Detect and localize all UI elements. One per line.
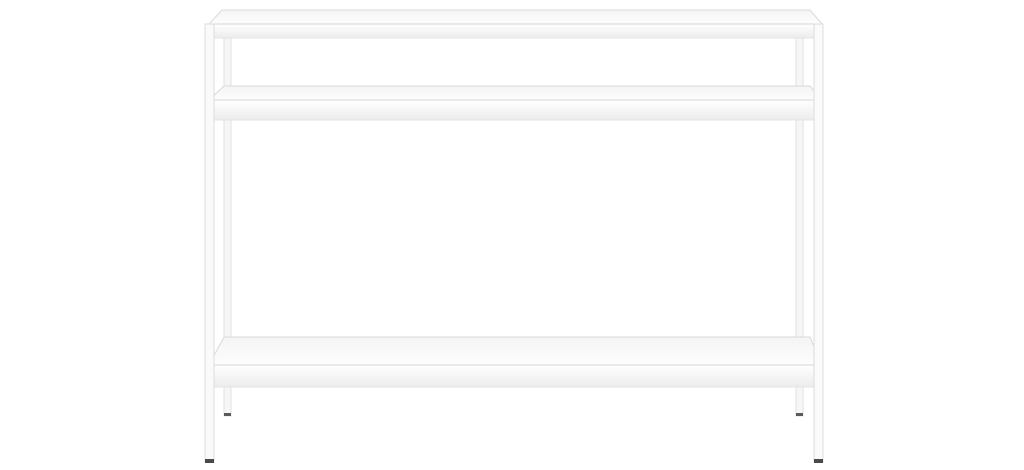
front-left-leg xyxy=(204,23,215,463)
front-left-foot xyxy=(205,459,214,463)
top-shelf xyxy=(207,9,824,39)
back-right-foot xyxy=(796,413,803,416)
product-photo xyxy=(0,0,1024,470)
front-right-leg xyxy=(813,23,824,463)
console-table-illustration xyxy=(204,9,824,463)
bottom-shelf xyxy=(208,336,823,388)
back-left-foot xyxy=(224,413,231,416)
front-right-foot xyxy=(814,459,823,463)
middle-shelf xyxy=(207,85,824,121)
